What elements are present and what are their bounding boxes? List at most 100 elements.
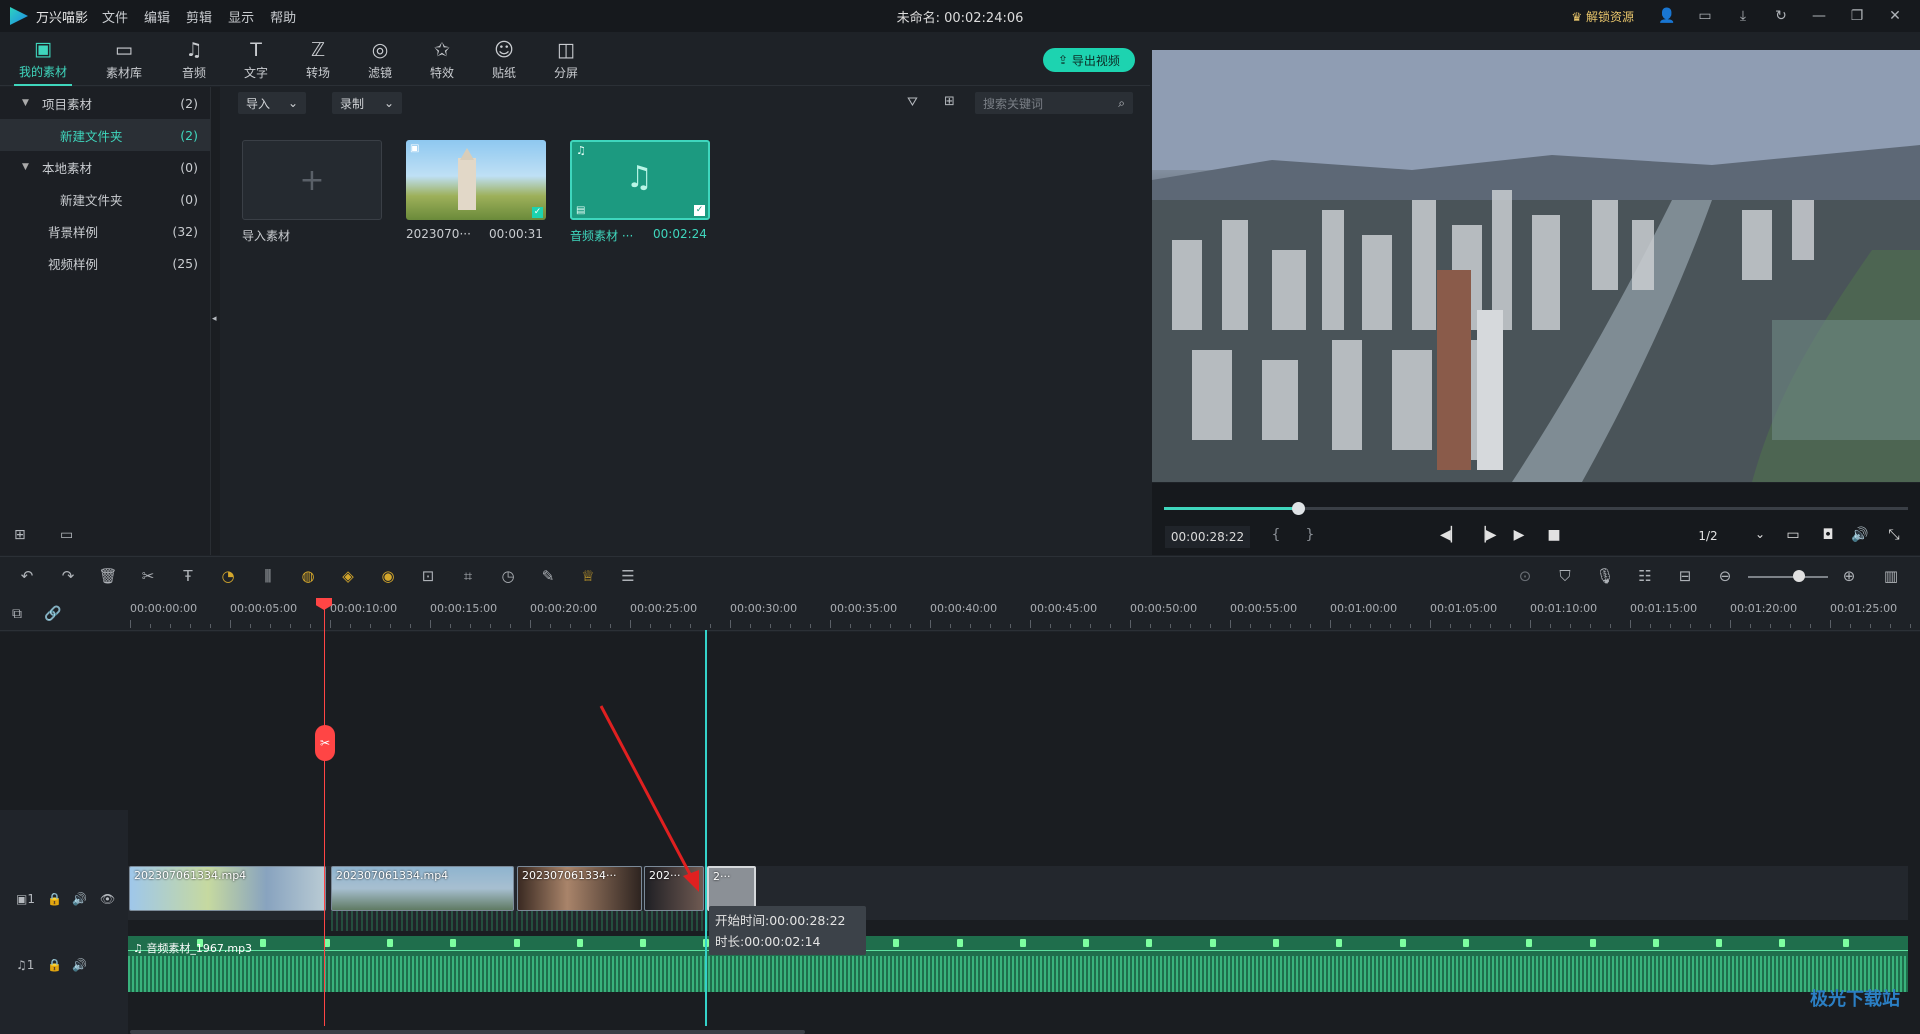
microphone-icon[interactable]: 🎙	[1594, 567, 1616, 589]
crop-icon[interactable]: ⌗	[457, 567, 479, 589]
audio-keyframe[interactable]	[1210, 939, 1216, 947]
color-palette-icon[interactable]: ◉	[377, 567, 399, 589]
audio-keyframe[interactable]	[260, 939, 266, 947]
expand-arrow-icon[interactable]: ▼	[22, 98, 36, 108]
new-folder-icon[interactable]: ⊞	[14, 527, 26, 543]
add-track-icon[interactable]: ⧉	[12, 606, 22, 622]
fullscreen-icon[interactable]: ⤡	[1884, 527, 1904, 547]
minimize-icon[interactable]: —	[1806, 8, 1832, 24]
zoom-slider-knob[interactable]	[1793, 570, 1805, 582]
mute-icon[interactable]: 🔊	[72, 958, 87, 972]
mute-icon[interactable]: 🔊	[72, 892, 87, 906]
menu-help[interactable]: 帮助	[270, 7, 296, 26]
audio-keyframe[interactable]	[1146, 939, 1152, 947]
download-icon[interactable]: ⤓	[1730, 8, 1756, 24]
refresh-icon[interactable]: ↻	[1768, 8, 1794, 24]
ai-effect-icon[interactable]: ◍	[297, 567, 319, 589]
playhead-split-button[interactable]: ✂	[315, 725, 335, 761]
keyframe-icon[interactable]: ◈	[337, 567, 359, 589]
tab-my-media[interactable]: ▣ 我的素材	[14, 32, 72, 86]
quality-select[interactable]: 1/2	[1692, 529, 1724, 549]
folder-outline-icon[interactable]: ▭	[60, 527, 73, 543]
menu-view[interactable]: 显示	[228, 7, 254, 26]
tree-item-new-folder-1[interactable]: 新建文件夹 (2)	[0, 119, 210, 151]
search-icon[interactable]: ⌕	[1118, 96, 1125, 111]
panel-layout-icon[interactable]: ▥	[1880, 567, 1902, 589]
link-icon[interactable]: 🔗	[44, 606, 61, 622]
tab-filter[interactable]: ◎ 滤镜	[351, 32, 409, 86]
freeze-frame-icon[interactable]: ⊡	[417, 567, 439, 589]
adjust-icon[interactable]: ☰	[617, 567, 639, 589]
mark-out-icon[interactable]: }	[1300, 527, 1320, 547]
audio-keyframe[interactable]	[1653, 939, 1659, 947]
zoom-in-icon[interactable]: ⊕	[1838, 567, 1860, 589]
filter-funnel-icon[interactable]: ⛛	[907, 95, 918, 110]
audio-split-icon[interactable]: ⫼	[257, 567, 279, 589]
zoom-slider[interactable]	[1748, 576, 1828, 578]
audio-keyframe[interactable]	[1843, 939, 1849, 947]
import-dropdown[interactable]: 导入 ⌄	[238, 92, 306, 114]
tree-item-video-samples[interactable]: 视频样例 (25)	[0, 247, 210, 279]
tab-sticker[interactable]: ☺ 贴纸	[475, 32, 533, 86]
collapse-arrow-icon[interactable]: ◂	[212, 314, 217, 324]
menu-file[interactable]: 文件	[102, 7, 128, 26]
audio-keyframe[interactable]	[957, 939, 963, 947]
audio-keyframe[interactable]	[1400, 939, 1406, 947]
audio-keyframe[interactable]	[514, 939, 520, 947]
search-input[interactable]: 搜索关键词 ⌕	[975, 92, 1133, 114]
shield-icon[interactable]: ⛉	[1554, 567, 1576, 589]
record-dropdown[interactable]: 录制 ⌄	[332, 92, 402, 114]
audio-keyframe[interactable]	[1526, 939, 1532, 947]
audio-keyframe[interactable]	[1779, 939, 1785, 947]
render-icon[interactable]: ⊙	[1514, 567, 1536, 589]
display-icon[interactable]: ▭	[1783, 527, 1803, 547]
grid-view-icon[interactable]: ⊞	[944, 94, 955, 109]
tab-audio[interactable]: ♫ 音频	[165, 32, 223, 86]
chevron-down-icon[interactable]: ⌄	[1750, 527, 1770, 547]
speed-icon[interactable]: ◷	[497, 567, 519, 589]
mark-in-icon[interactable]: {	[1266, 527, 1286, 547]
expand-arrow-icon[interactable]: ▼	[22, 162, 36, 172]
delete-icon[interactable]: 🗑	[97, 567, 119, 589]
playhead[interactable]	[324, 608, 325, 1026]
play-icon[interactable]: ▶	[1509, 527, 1529, 547]
audio-keyframe[interactable]	[1020, 939, 1026, 947]
tree-item-new-folder-2[interactable]: 新建文件夹 (0)	[0, 183, 210, 215]
undo-icon[interactable]: ↶	[16, 567, 38, 589]
lock-icon[interactable]: 🔒	[47, 958, 62, 972]
audio-keyframe[interactable]	[640, 939, 646, 947]
message-icon[interactable]: ▭	[1692, 8, 1718, 24]
step-back-icon[interactable]: ◀▏	[1440, 527, 1462, 547]
audio-volume-line[interactable]	[128, 950, 1908, 951]
audio-keyframe[interactable]	[577, 939, 583, 947]
import-media-tile[interactable]: +	[242, 140, 382, 220]
video-clip[interactable]: 202307061334.mp4	[331, 866, 514, 911]
tree-item-local-media[interactable]: ▼ 本地素材 (0)	[0, 151, 210, 183]
media-item-audio[interactable]: ♫ ♫ ▤ ✓	[570, 140, 710, 220]
step-forward-icon[interactable]: ▕▶	[1475, 527, 1497, 547]
tab-text[interactable]: T 文字	[227, 32, 285, 86]
snapshot-icon[interactable]: ◘	[1818, 527, 1838, 547]
fit-timeline-icon[interactable]: ⊟	[1674, 567, 1696, 589]
tab-transition[interactable]: ℤ 转场	[289, 32, 347, 86]
tree-item-project-media[interactable]: ▼ 项目素材 (2)	[0, 87, 210, 119]
audio-keyframe[interactable]	[450, 939, 456, 947]
tab-effects[interactable]: ✩ 特效	[413, 32, 471, 86]
account-icon[interactable]: 👤	[1654, 8, 1680, 24]
export-video-button[interactable]: ⇪ 导出视频	[1043, 48, 1135, 72]
trophy-icon[interactable]: ♕	[577, 567, 599, 589]
volume-icon[interactable]: 🔊	[1850, 527, 1870, 547]
media-item-video[interactable]: ▣ ✓	[406, 140, 546, 220]
stop-icon[interactable]: ■	[1544, 527, 1564, 547]
unlock-resources-button[interactable]: ♛ 解锁资源	[1571, 8, 1634, 25]
audio-keyframe[interactable]	[1463, 939, 1469, 947]
close-icon[interactable]: ✕	[1882, 8, 1908, 24]
menu-edit[interactable]: 编辑	[144, 7, 170, 26]
audio-keyframe[interactable]	[893, 939, 899, 947]
video-preview[interactable]	[1152, 50, 1920, 482]
restore-icon[interactable]: ❐	[1844, 8, 1870, 24]
menu-clip[interactable]: 剪辑	[186, 7, 212, 26]
video-clip[interactable]: 202307061334.mp4	[129, 866, 326, 911]
audio-keyframe[interactable]	[1273, 939, 1279, 947]
redo-icon[interactable]: ↷	[57, 567, 79, 589]
